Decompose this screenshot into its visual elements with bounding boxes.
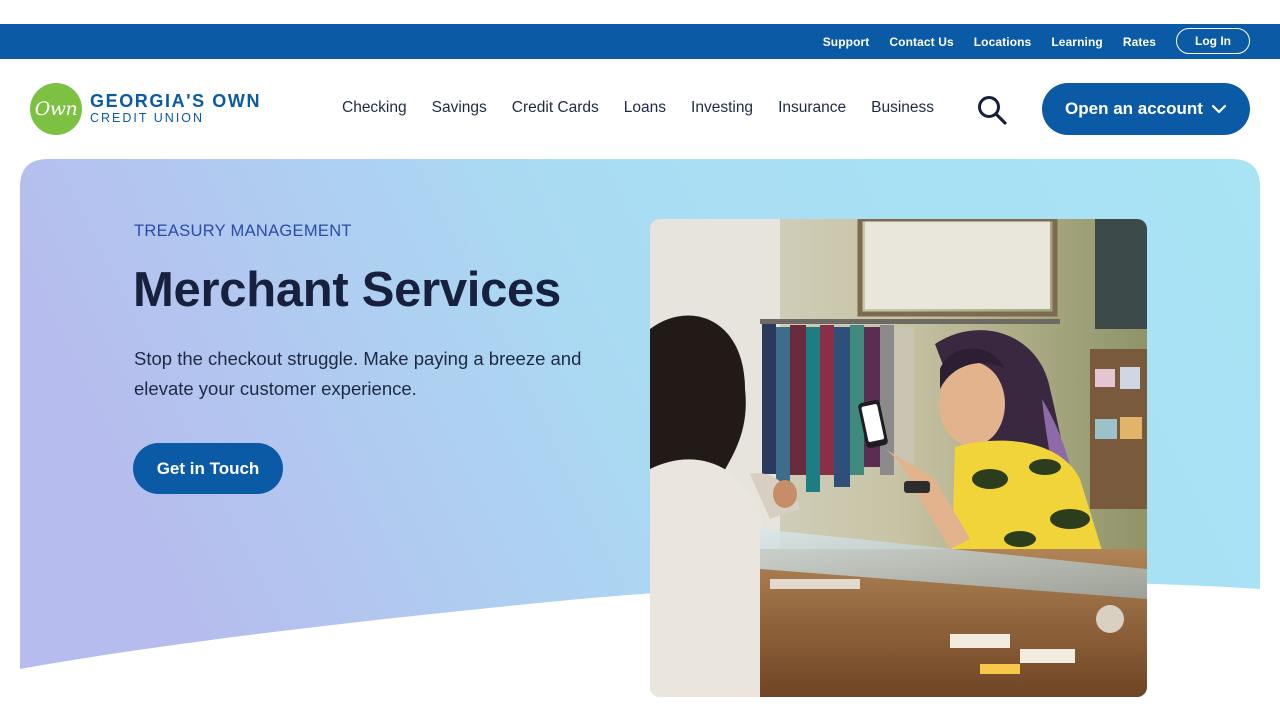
- chevron-down-icon: [1211, 104, 1227, 114]
- utility-links: Support Contact Us Locations Learning Ra…: [823, 24, 1156, 59]
- brand-logo[interactable]: Own GEORGIA'S OWN CREDIT UNION: [30, 83, 261, 135]
- nav-item-checking[interactable]: Checking: [342, 99, 407, 117]
- utility-link-rates[interactable]: Rates: [1123, 35, 1156, 49]
- search-icon: [978, 96, 1007, 125]
- nav-item-business[interactable]: Business: [871, 99, 934, 117]
- login-button[interactable]: Log In: [1176, 28, 1250, 54]
- hero-photo-illustration: [650, 219, 1147, 697]
- logo-name-line1: GEORGIA'S OWN: [90, 91, 262, 111]
- hero-description: Stop the checkout struggle. Make paying …: [134, 348, 582, 399]
- nav-item-savings[interactable]: Savings: [432, 99, 487, 117]
- logo-badge-text: Own: [34, 98, 78, 120]
- utility-link-contact-us[interactable]: Contact Us: [889, 35, 953, 49]
- logo-wordmark: GEORGIA'S OWN CREDIT UNION: [90, 92, 261, 126]
- search-button[interactable]: [976, 94, 1008, 126]
- nav-item-loans[interactable]: Loans: [624, 99, 666, 117]
- get-in-touch-button[interactable]: Get in Touch: [133, 443, 283, 494]
- page-title: Merchant Services: [133, 263, 561, 317]
- hero-eyebrow: TREASURY MANAGEMENT: [134, 222, 352, 240]
- hero-photo: [650, 219, 1147, 697]
- logo-name-line2: CREDIT UNION: [90, 111, 205, 125]
- utility-link-support[interactable]: Support: [823, 35, 870, 49]
- open-account-button[interactable]: Open an account: [1042, 83, 1250, 135]
- nav-item-investing[interactable]: Investing: [691, 99, 753, 117]
- utility-link-learning[interactable]: Learning: [1051, 35, 1102, 49]
- nav-item-credit-cards[interactable]: Credit Cards: [512, 99, 599, 117]
- logo-badge: Own: [30, 83, 82, 135]
- main-nav: Checking Savings Credit Cards Loans Inve…: [342, 96, 934, 120]
- utility-link-locations[interactable]: Locations: [974, 35, 1032, 49]
- nav-item-insurance[interactable]: Insurance: [778, 99, 846, 117]
- page: Support Contact Us Locations Learning Ra…: [0, 0, 1280, 720]
- utility-bar: Support Contact Us Locations Learning Ra…: [0, 24, 1280, 59]
- open-account-label: Open an account: [1065, 99, 1203, 118]
